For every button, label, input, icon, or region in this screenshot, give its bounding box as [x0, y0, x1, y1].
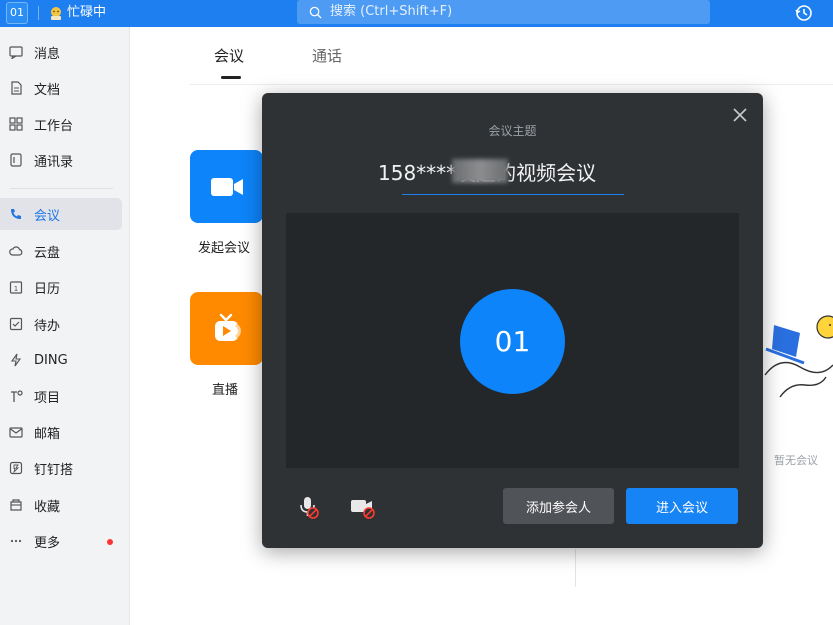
sidebar-item-label: 文档	[34, 82, 61, 98]
sidebar-item-projects[interactable]: 项目	[0, 380, 122, 412]
sidebar-item-label: 更多	[34, 535, 61, 551]
mail-icon	[9, 427, 23, 438]
project-icon	[11, 390, 23, 402]
calendar-icon: 1	[9, 281, 23, 294]
meeting-topic-label: 会议主题	[488, 124, 537, 138]
redacted-blur	[452, 159, 508, 183]
avatar: 01	[460, 289, 565, 394]
live-label: 直播	[212, 383, 239, 398]
microphone-muted-icon[interactable]	[296, 495, 320, 519]
sidebar-item-cloud-drive[interactable]: 云盘	[0, 235, 122, 267]
todo-icon	[9, 317, 23, 331]
sidebar-item-label: 项目	[34, 390, 61, 406]
empty-state-illustration	[764, 315, 833, 398]
input-underline	[402, 194, 624, 195]
history-icon[interactable]	[794, 3, 814, 23]
svg-text:1: 1	[14, 285, 18, 293]
message-icon	[9, 46, 23, 59]
sidebar-item-contacts[interactable]: 通讯录	[0, 144, 122, 176]
divider	[38, 6, 39, 20]
favorite-icon	[10, 499, 22, 511]
workbench-icon	[9, 117, 23, 131]
sidebar-item-dingtalk-builder[interactable]: 钉钉搭	[0, 452, 122, 484]
builder-icon	[9, 461, 23, 475]
video-camera-icon	[210, 177, 243, 196]
divider	[190, 84, 833, 85]
active-tab-indicator	[221, 76, 241, 79]
sidebar-item-label: 收藏	[34, 499, 61, 515]
tab-meetings[interactable]: 会议	[214, 45, 244, 66]
sidebar-item-label: 邮箱	[34, 426, 61, 442]
phone-icon	[11, 209, 21, 219]
start-meeting-dialog: 会议主题 158****发起的视频会议 01 添加参会人 进入会议	[262, 93, 763, 548]
more-icon	[10, 539, 22, 543]
sidebar-item-label: DING	[34, 352, 68, 368]
document-icon	[11, 81, 22, 95]
close-icon[interactable]	[732, 107, 748, 123]
sidebar-item-label: 工作台	[34, 118, 74, 134]
sidebar-item-workbench[interactable]: 工作台	[0, 108, 122, 140]
live-button[interactable]	[190, 292, 263, 365]
notification-dot	[107, 539, 113, 545]
add-participant-button[interactable]: 添加参会人	[503, 488, 614, 524]
sidebar-item-mail[interactable]: 邮箱	[0, 416, 122, 448]
search-input[interactable]: 搜索 (Ctrl+Shift+F)	[297, 0, 710, 24]
join-meeting-button[interactable]: 进入会议	[626, 488, 738, 524]
sidebar-item-label: 会议	[34, 208, 61, 224]
cloud-icon	[9, 246, 23, 256]
sidebar-item-documents[interactable]: 文档	[0, 72, 122, 104]
lightning-icon	[10, 353, 22, 367]
contacts-icon	[10, 153, 22, 167]
tab-calls[interactable]: 通话	[312, 45, 342, 66]
search-icon	[309, 6, 322, 19]
busy-status-icon	[51, 7, 61, 20]
divider	[10, 188, 113, 189]
sidebar-item-todo[interactable]: 待办	[0, 308, 122, 340]
sidebar-item-messages[interactable]: 消息	[0, 36, 122, 68]
sidebar-item-label: 日历	[34, 281, 61, 297]
sidebar-item-label: 钉钉搭	[34, 462, 74, 478]
camera-off-icon[interactable]	[350, 495, 376, 519]
sidebar-item-label: 待办	[34, 318, 61, 334]
status-text: 忙碌中	[67, 5, 107, 20]
video-preview: 01	[286, 213, 739, 468]
status-indicator[interactable]: 忙碌中	[38, 3, 107, 23]
user-avatar[interactable]: 01	[6, 2, 28, 24]
divider	[575, 549, 576, 587]
sidebar: 消息 文档 工作台 通讯录 会议 云盘 1 日历 待办 DING 项目 邮箱 钉…	[0, 27, 130, 625]
sidebar-item-calendar[interactable]: 1 日历	[0, 271, 122, 303]
sidebar-item-label: 通讯录	[34, 154, 74, 170]
start-meeting-button[interactable]	[190, 150, 263, 223]
sidebar-item-label: 云盘	[34, 245, 61, 261]
sidebar-item-favorites[interactable]: 收藏	[0, 489, 122, 521]
search-placeholder: 搜索 (Ctrl+Shift+F)	[330, 4, 453, 19]
start-meeting-label: 发起会议	[198, 241, 251, 256]
live-tv-icon	[214, 313, 241, 341]
top-bar: 01 忙碌中 搜索 (Ctrl+Shift+F)	[0, 0, 833, 27]
sidebar-item-label: 消息	[34, 46, 61, 62]
sidebar-item-ding[interactable]: DING	[0, 344, 122, 376]
empty-state-text: 暂无会议	[774, 454, 818, 467]
sidebar-item-meetings[interactable]: 会议	[0, 198, 122, 230]
sidebar-item-more[interactable]: 更多	[0, 525, 122, 557]
